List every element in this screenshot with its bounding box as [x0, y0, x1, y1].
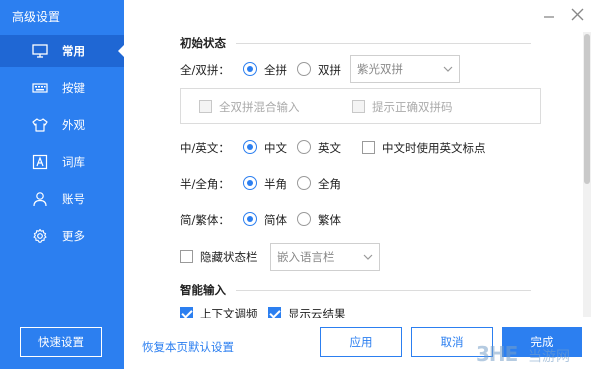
watermark-logo: 3HE	[476, 342, 518, 366]
radio-full-width-label: 全角	[318, 177, 341, 191]
sidebar-item-label: 账号	[62, 192, 85, 206]
scrollbar-thumb[interactable]	[584, 34, 590, 184]
shirt-icon	[32, 118, 48, 132]
keyboard-icon	[32, 83, 48, 93]
radio-english[interactable]	[297, 140, 311, 154]
double-pinyin-scheme-select[interactable]: 紫光双拼	[350, 55, 460, 83]
english-punct-checkbox[interactable]	[362, 141, 375, 154]
radio-traditional-label: 繁体	[318, 213, 341, 227]
quick-settings-button[interactable]: 快速设置	[20, 327, 102, 357]
hide-statusbar-checkbox[interactable]	[180, 250, 193, 263]
english-punct-label: 中文时使用英文标点	[382, 141, 486, 155]
divider	[236, 43, 531, 44]
sidebar-item-label: 常用	[62, 44, 85, 58]
radio-simplified-label: 简体	[264, 213, 287, 227]
radio-full-pinyin-label: 全拼	[264, 63, 287, 77]
active-arrow-indicator	[118, 45, 124, 57]
sidebar-item-common[interactable]: 常用	[0, 35, 124, 67]
window-title: 高级设置	[12, 10, 61, 24]
mixed-input-checkbox[interactable]	[199, 100, 212, 113]
radio-half-width-label: 半角	[264, 177, 287, 191]
sidebar-item-label: 词库	[62, 155, 85, 169]
radio-chinese-label: 中文	[264, 141, 287, 155]
apply-button[interactable]: 应用	[320, 327, 402, 357]
section-title-initial-state: 初始状态	[180, 36, 226, 50]
dictionary-icon	[32, 154, 48, 170]
sidebar-item-keys[interactable]: 按键	[0, 72, 124, 104]
language-mode-label: 中/英文：	[180, 141, 230, 155]
watermark-text: 当游网	[528, 349, 570, 365]
divider	[236, 290, 531, 291]
sidebar-item-appearance[interactable]: 外观	[0, 109, 124, 141]
radio-double-pinyin[interactable]	[297, 62, 311, 76]
embed-language-bar-select[interactable]: 嵌入语言栏	[270, 243, 380, 271]
watermark: 3HE 当游网	[476, 342, 596, 369]
radio-full-width[interactable]	[297, 176, 311, 190]
sidebar-item-dictionary[interactable]: 词库	[0, 146, 124, 178]
select-value: 嵌入语言栏	[277, 250, 335, 264]
sidebar-item-account[interactable]: 账号	[0, 183, 124, 215]
sidebar-item-label: 更多	[62, 229, 85, 243]
minimize-icon[interactable]	[540, 6, 558, 24]
radio-half-width[interactable]	[243, 176, 257, 190]
script-mode-label: 简/繁体：	[180, 213, 230, 227]
user-icon	[33, 192, 47, 207]
mixed-input-label: 全双拼混合输入	[219, 100, 300, 114]
section-title-smart-input: 智能输入	[180, 283, 226, 297]
monitor-icon	[32, 44, 48, 58]
radio-chinese[interactable]	[243, 140, 257, 154]
chevron-down-icon	[363, 254, 373, 260]
radio-double-pinyin-label: 双拼	[318, 63, 341, 77]
sidebar: 高级设置 常用 按键 外观 词库 账号 更多 快速设置	[0, 0, 124, 369]
width-mode-label: 半/全角：	[180, 177, 230, 191]
sidebar-item-label: 外观	[62, 118, 85, 132]
gear-icon	[33, 228, 47, 243]
radio-traditional[interactable]	[297, 212, 311, 226]
radio-full-pinyin[interactable]	[243, 62, 257, 76]
radio-simplified[interactable]	[243, 212, 257, 226]
hint-code-checkbox[interactable]	[352, 100, 365, 113]
restore-defaults-link[interactable]: 恢复本页默认设置	[142, 339, 234, 355]
pinyin-mode-label: 全/双拼：	[180, 63, 230, 77]
chevron-down-icon	[443, 66, 453, 72]
radio-english-label: 英文	[318, 141, 341, 155]
hint-code-label: 提示正确双拼码	[372, 100, 453, 114]
hide-statusbar-label: 隐藏状态栏	[200, 250, 258, 264]
sidebar-item-more[interactable]: 更多	[0, 220, 124, 252]
sidebar-item-label: 按键	[62, 81, 85, 95]
close-icon[interactable]	[568, 6, 586, 24]
select-value: 紫光双拼	[357, 62, 403, 76]
